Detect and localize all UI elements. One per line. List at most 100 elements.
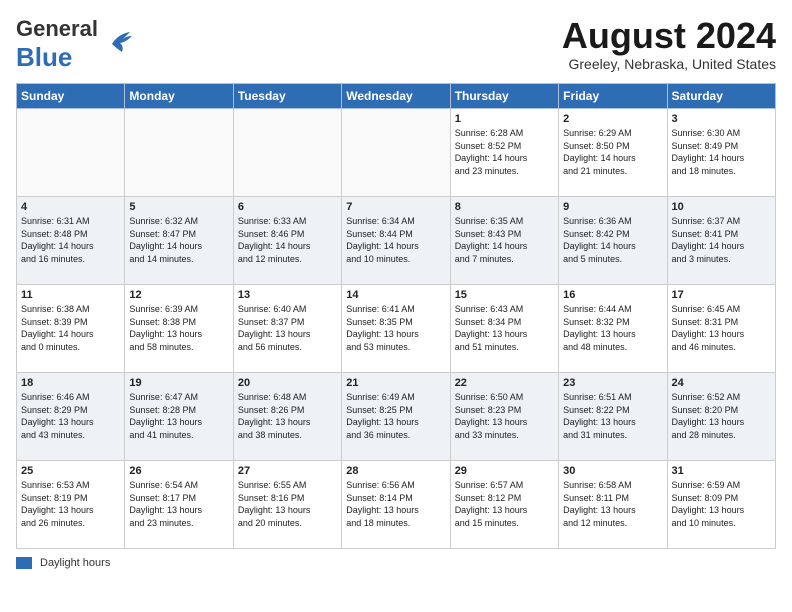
day-number: 10 (672, 201, 771, 213)
calendar-cell: 27 Sunrise: 6:55 AM Sunset: 8:16 PM Dayli… (233, 461, 341, 549)
day-info: Sunrise: 6:40 AM Sunset: 8:37 PM Dayligh… (238, 303, 337, 353)
month-title: August 2024 (562, 16, 776, 56)
day-info: Sunrise: 6:32 AM Sunset: 8:47 PM Dayligh… (129, 215, 228, 265)
day-number: 12 (129, 289, 228, 301)
calendar-cell: 3 Sunrise: 6:30 AM Sunset: 8:49 PM Daylig… (667, 109, 775, 197)
calendar-header-tuesday: Tuesday (233, 84, 341, 109)
calendar-cell: 1Sunrise: 6:28 AM Sunset: 8:52 PM Daylig… (450, 109, 558, 197)
day-info: Sunrise: 6:47 AM Sunset: 8:28 PM Dayligh… (129, 391, 228, 441)
day-info: Sunrise: 6:45 AM Sunset: 8:31 PM Dayligh… (672, 303, 771, 353)
calendar-cell: 24Sunrise: 6:52 AM Sunset: 8:20 PM Dayli… (667, 373, 775, 461)
day-info: Sunrise: 6:28 AM Sunset: 8:52 PM Dayligh… (455, 127, 554, 177)
calendar-week-row: 25 Sunrise: 6:53 AM Sunset: 8:19 PM Dayli… (17, 461, 776, 549)
calendar-cell: 5 Sunrise: 6:32 AM Sunset: 8:47 PM Daylig… (125, 197, 233, 285)
calendar-cell (17, 109, 125, 197)
calendar-cell (342, 109, 450, 197)
day-info: Sunrise: 6:49 AM Sunset: 8:25 PM Dayligh… (346, 391, 445, 441)
title-block: August 2024 Greeley, Nebraska, United St… (562, 16, 776, 72)
day-info: Sunrise: 6:56 AM Sunset: 8:14 PM Dayligh… (346, 479, 445, 529)
day-number: 24 (672, 377, 771, 389)
calendar-cell: 25 Sunrise: 6:53 AM Sunset: 8:19 PM Dayli… (17, 461, 125, 549)
day-number: 25 (21, 465, 120, 477)
day-number: 20 (238, 377, 337, 389)
calendar-cell: 28 Sunrise: 6:56 AM Sunset: 8:14 PM Dayli… (342, 461, 450, 549)
day-number: 29 (455, 465, 554, 477)
calendar-cell: 22Sunrise: 6:50 AM Sunset: 8:23 PM Dayli… (450, 373, 558, 461)
day-info: Sunrise: 6:30 AM Sunset: 8:49 PM Dayligh… (672, 127, 771, 177)
calendar-cell: 11Sunrise: 6:38 AM Sunset: 8:39 PM Dayli… (17, 285, 125, 373)
calendar-header-sunday: Sunday (17, 84, 125, 109)
calendar-header-monday: Monday (125, 84, 233, 109)
calendar-cell: 19Sunrise: 6:47 AM Sunset: 8:28 PM Dayli… (125, 373, 233, 461)
calendar-cell: 21 Sunrise: 6:49 AM Sunset: 8:25 PM Dayli… (342, 373, 450, 461)
calendar-cell: 4 Sunrise: 6:31 AM Sunset: 8:48 PM Daylig… (17, 197, 125, 285)
day-number: 8 (455, 201, 554, 213)
day-number: 26 (129, 465, 228, 477)
day-number: 5 (129, 201, 228, 213)
day-number: 15 (455, 289, 554, 301)
calendar-cell: 16Sunrise: 6:44 AM Sunset: 8:32 PM Dayli… (559, 285, 667, 373)
day-info: Sunrise: 6:59 AM Sunset: 8:09 PM Dayligh… (672, 479, 771, 529)
day-number: 17 (672, 289, 771, 301)
day-info: Sunrise: 6:55 AM Sunset: 8:16 PM Dayligh… (238, 479, 337, 529)
calendar-cell: 15 Sunrise: 6:43 AM Sunset: 8:34 PM Dayli… (450, 285, 558, 373)
calendar-table: SundayMondayTuesdayWednesdayThursdayFrid… (16, 83, 776, 549)
calendar-header-thursday: Thursday (450, 84, 558, 109)
calendar-cell: 8 Sunrise: 6:35 AM Sunset: 8:43 PM Daylig… (450, 197, 558, 285)
day-number: 13 (238, 289, 337, 301)
calendar-header-row: SundayMondayTuesdayWednesdayThursdayFrid… (17, 84, 776, 109)
day-info: Sunrise: 6:51 AM Sunset: 8:22 PM Dayligh… (563, 391, 662, 441)
day-info: Sunrise: 6:31 AM Sunset: 8:48 PM Dayligh… (21, 215, 120, 265)
calendar-week-row: 1Sunrise: 6:28 AM Sunset: 8:52 PM Daylig… (17, 109, 776, 197)
day-info: Sunrise: 6:46 AM Sunset: 8:29 PM Dayligh… (21, 391, 120, 441)
page-header: General Blue August 2024 Greeley, Nebras… (16, 16, 776, 73)
day-info: Sunrise: 6:41 AM Sunset: 8:35 PM Dayligh… (346, 303, 445, 353)
location: Greeley, Nebraska, United States (562, 56, 776, 72)
day-info: Sunrise: 6:39 AM Sunset: 8:38 PM Dayligh… (129, 303, 228, 353)
legend: Daylight hours (16, 557, 776, 569)
day-info: Sunrise: 6:33 AM Sunset: 8:46 PM Dayligh… (238, 215, 337, 265)
calendar-cell: 12 Sunrise: 6:39 AM Sunset: 8:38 PM Dayli… (125, 285, 233, 373)
day-info: Sunrise: 6:44 AM Sunset: 8:32 PM Dayligh… (563, 303, 662, 353)
day-info: Sunrise: 6:57 AM Sunset: 8:12 PM Dayligh… (455, 479, 554, 529)
calendar-cell: 20 Sunrise: 6:48 AM Sunset: 8:26 PM Dayli… (233, 373, 341, 461)
day-number: 9 (563, 201, 662, 213)
day-info: Sunrise: 6:37 AM Sunset: 8:41 PM Dayligh… (672, 215, 771, 265)
day-info: Sunrise: 6:35 AM Sunset: 8:43 PM Dayligh… (455, 215, 554, 265)
calendar-week-row: 4 Sunrise: 6:31 AM Sunset: 8:48 PM Daylig… (17, 197, 776, 285)
calendar-cell: 9 Sunrise: 6:36 AM Sunset: 8:42 PM Daylig… (559, 197, 667, 285)
day-number: 23 (563, 377, 662, 389)
day-number: 3 (672, 113, 771, 125)
logo-bird-icon (104, 26, 134, 56)
calendar-cell: 13 Sunrise: 6:40 AM Sunset: 8:37 PM Dayli… (233, 285, 341, 373)
day-number: 4 (21, 201, 120, 213)
calendar-cell: 17 Sunrise: 6:45 AM Sunset: 8:31 PM Dayli… (667, 285, 775, 373)
calendar-cell: 18 Sunrise: 6:46 AM Sunset: 8:29 PM Dayli… (17, 373, 125, 461)
day-number: 14 (346, 289, 445, 301)
logo-text: General Blue (16, 16, 98, 73)
day-info: Sunrise: 6:29 AM Sunset: 8:50 PM Dayligh… (563, 127, 662, 177)
calendar-cell: 30Sunrise: 6:58 AM Sunset: 8:11 PM Dayli… (559, 461, 667, 549)
calendar-cell: 10 Sunrise: 6:37 AM Sunset: 8:41 PM Dayli… (667, 197, 775, 285)
calendar-cell: 2Sunrise: 6:29 AM Sunset: 8:50 PM Daylig… (559, 109, 667, 197)
calendar-week-row: 18 Sunrise: 6:46 AM Sunset: 8:29 PM Dayli… (17, 373, 776, 461)
logo: General Blue (16, 16, 134, 73)
calendar-header-friday: Friday (559, 84, 667, 109)
day-info: Sunrise: 6:54 AM Sunset: 8:17 PM Dayligh… (129, 479, 228, 529)
calendar-cell: 31Sunrise: 6:59 AM Sunset: 8:09 PM Dayli… (667, 461, 775, 549)
day-info: Sunrise: 6:48 AM Sunset: 8:26 PM Dayligh… (238, 391, 337, 441)
day-number: 28 (346, 465, 445, 477)
calendar-cell: 29 Sunrise: 6:57 AM Sunset: 8:12 PM Dayli… (450, 461, 558, 549)
day-info: Sunrise: 6:53 AM Sunset: 8:19 PM Dayligh… (21, 479, 120, 529)
calendar-cell: 7Sunrise: 6:34 AM Sunset: 8:44 PM Daylig… (342, 197, 450, 285)
day-number: 27 (238, 465, 337, 477)
calendar-header-saturday: Saturday (667, 84, 775, 109)
calendar-cell: 23 Sunrise: 6:51 AM Sunset: 8:22 PM Dayli… (559, 373, 667, 461)
day-number: 18 (21, 377, 120, 389)
day-number: 6 (238, 201, 337, 213)
calendar-cell (233, 109, 341, 197)
calendar-cell: 26 Sunrise: 6:54 AM Sunset: 8:17 PM Dayli… (125, 461, 233, 549)
day-info: Sunrise: 6:36 AM Sunset: 8:42 PM Dayligh… (563, 215, 662, 265)
day-info: Sunrise: 6:43 AM Sunset: 8:34 PM Dayligh… (455, 303, 554, 353)
day-number: 21 (346, 377, 445, 389)
